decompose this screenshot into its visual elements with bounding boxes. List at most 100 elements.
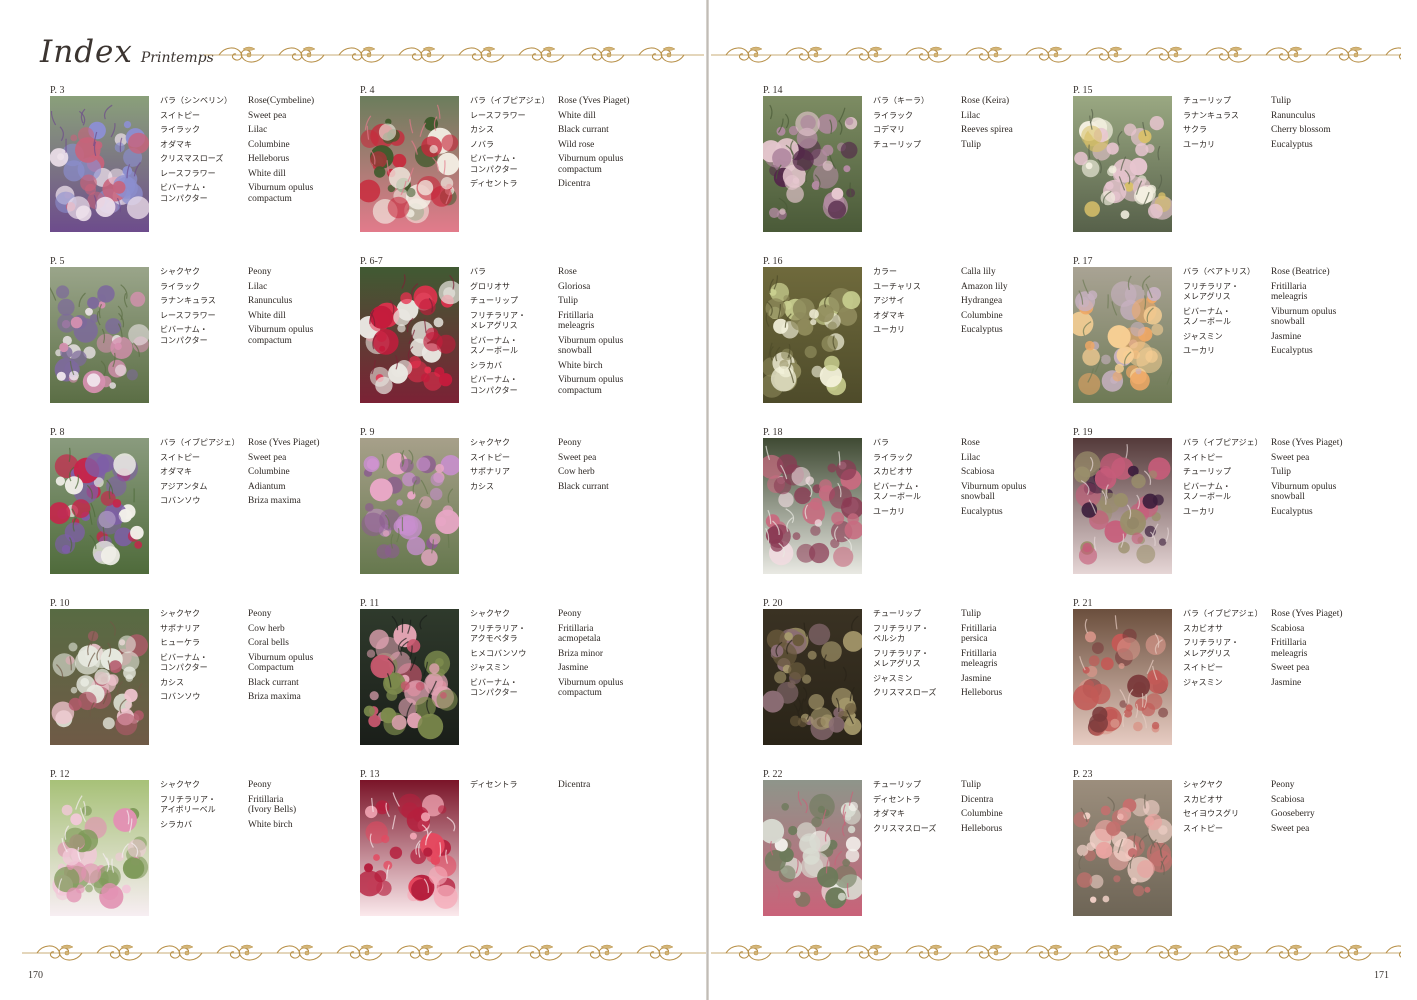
flower-row: バラ（キーラ） Rose (Keira): [873, 96, 1068, 107]
flower-row: バラ（イブピアジェ） Rose (Yves Piaget): [160, 438, 355, 449]
flower-name-english: Jasmine: [558, 663, 589, 673]
flower-row: シャクヤク Peony: [160, 780, 355, 791]
flower-list: バラ（イブピアジェ） Rose (Yves Piaget) スイトピー Sweet p…: [1183, 438, 1378, 521]
index-heading: Index Printemps: [40, 34, 214, 74]
index-entry: P. 3 バラ（シンベリン） Rose(Cymbeline) スイトピー Sweet p…: [50, 85, 350, 245]
flower-name-japanese: ユーカリ: [1183, 506, 1215, 516]
flower-name-english: Eucalyptus: [961, 325, 1003, 335]
flower-name-english: Lilac: [961, 110, 981, 121]
flower-name-japanese: ディセントラ: [873, 794, 921, 804]
bouquet-photo: [763, 609, 862, 745]
flower-row: ユーカリ Eucalyptus: [873, 325, 1068, 336]
flower-name-english: Eucalyptus: [1271, 346, 1313, 356]
flower-name-japanese: サポナリア: [160, 623, 200, 633]
bouquet-photo: [50, 96, 149, 232]
flower-name-english: Cow herb: [248, 623, 285, 634]
flower-name-english: Fritillaria meleagris: [1271, 638, 1308, 659]
flower-list: バラ Rose ライラック Lilac スカビオサ Scabiosa ビバーナム・ スノーボ…: [873, 438, 1068, 521]
flower-name-english: Peony: [248, 267, 272, 277]
entry-page-label: P. 9: [360, 427, 375, 438]
entry-page-label: P. 14: [763, 85, 783, 96]
flower-row: ユーカリ Eucalyptus: [873, 507, 1068, 518]
flower-name-english: White birch: [248, 819, 293, 830]
flower-name-japanese: シャクヤク: [470, 438, 510, 447]
flower-name-japanese: シラカバ: [160, 819, 192, 829]
flower-row: バラ（イブピアジェ） Rose (Yves Piaget): [1183, 609, 1378, 620]
flower-name-english: Viburnum opulus compactum: [558, 375, 624, 396]
flower-row: オダマキ Columbine: [160, 467, 355, 478]
flower-row: フリチラリア・ ペルシカ Fritillaria persica: [873, 624, 1068, 645]
flower-name-japanese: ノバラ: [470, 139, 494, 149]
flower-row: ビバーナム・ スノーボール Viburnum opulus snowball: [1183, 482, 1378, 503]
flower-name-english: Sweet pea: [1271, 452, 1310, 463]
flower-row: クリスマスローズ Helleborus: [873, 688, 1068, 699]
index-entry: P. 6-7 バラ Rose グロリオサ Gloriosa チューリップ Tulip フリチラ…: [360, 256, 660, 416]
flower-name-japanese: クリスマスローズ: [160, 154, 224, 163]
flower-name-english: Viburnum opulus snowball: [1271, 481, 1337, 503]
flower-row: チューリップ Tulip: [1183, 96, 1378, 107]
flower-name-japanese: ヒメコバンソウ: [470, 648, 527, 658]
flower-name-japanese: バラ（イブピアジェ）: [160, 438, 240, 447]
flower-row: ビバーナム・ スノーボール Viburnum opulus snowball: [873, 482, 1068, 503]
flower-row: ビバーナム・ コンパクター Viburnum opulus Compactum: [160, 653, 355, 674]
flower-name-english: Eucalyptus: [1271, 506, 1313, 517]
flower-row: オダマキ Columbine: [873, 311, 1068, 322]
flower-name-japanese: スイトピー: [470, 452, 510, 462]
flower-name-japanese: スイトピー: [1183, 823, 1223, 833]
flower-name-japanese: アジアンタム: [160, 481, 208, 491]
flower-name-japanese: フリチラリア・ アイボリーベル: [160, 794, 216, 815]
flower-name-japanese: コバンソウ: [160, 692, 201, 701]
flower-name-japanese: ライラック: [873, 110, 913, 120]
index-title: Index: [40, 34, 133, 70]
bouquet-photo: [1073, 609, 1172, 745]
flower-name-english: Coral bells: [248, 638, 289, 648]
flower-name-english: Viburnum opulus snowball: [1271, 306, 1337, 328]
flower-name-japanese: オダマキ: [160, 139, 192, 149]
flower-row: ビバーナム・ スノーボール Viburnum opulus snowball: [470, 336, 665, 357]
flower-name-english: Amazon lily: [961, 281, 1008, 292]
flower-row: カシス Black currant: [470, 125, 665, 136]
flower-name-english: Columbine: [961, 809, 1003, 819]
bottom-ornament-right: [711, 944, 1401, 961]
flower-row: シャクヤク Peony: [470, 609, 665, 620]
bouquet-photo: [763, 438, 862, 574]
flower-name-english: Rose(Cymbeline): [248, 96, 315, 106]
index-entry: P. 22 チューリップ Tulip ディセントラ Dicentra オダマキ Columb…: [763, 769, 1063, 929]
flower-row: ユーチャリス Amazon lily: [873, 282, 1068, 293]
flower-name-japanese: シャクヤク: [1183, 780, 1223, 789]
flower-name-english: Viburnum opulus compactum: [558, 154, 624, 175]
flower-row: コバンソウ Briza maxima: [160, 496, 355, 507]
entry-page-label: P. 6-7: [360, 256, 383, 267]
flower-name-english: Gooseberry: [1271, 809, 1315, 819]
flower-row: シャクヤク Peony: [160, 267, 355, 278]
flower-row: クリスマスローズ Helleborus: [873, 824, 1068, 835]
bouquet-photo: [360, 267, 459, 403]
flower-name-japanese: カシス: [470, 125, 494, 134]
bouquet-photo: [50, 267, 149, 403]
flower-name-english: Wild rose: [558, 139, 595, 150]
bouquet-photo: [360, 96, 459, 232]
bouquet-photo: [360, 438, 459, 574]
flower-name-japanese: ビバーナム・ コンパクター: [470, 154, 518, 174]
flower-name-japanese: フリチラリア・ ペルシカ: [873, 623, 929, 644]
index-entry: P. 9 シャクヤク Peony スイトピー Sweet pea サポナリア Cow her…: [360, 427, 660, 587]
flower-row: バラ Rose: [470, 267, 665, 278]
flower-name-english: Black currant: [248, 677, 299, 688]
flower-row: ヒメコバンソウ Briza minor: [470, 649, 665, 660]
flower-list: バラ（イブピアジェ） Rose (Yves Piaget) レースフラワー White…: [470, 96, 665, 194]
flower-name-english: Reeves spirea: [961, 125, 1013, 135]
flower-row: サクラ Cherry blossom: [1183, 125, 1378, 136]
bottom-ornament-left: [22, 944, 706, 961]
flower-name-english: Rose (Yves Piaget): [248, 438, 320, 448]
flower-name-english: Ranunculus: [1271, 110, 1316, 121]
flower-name-english: Columbine: [248, 139, 290, 150]
flower-row: フリチラリア・ メレアグリス Fritillaria meleagris: [1183, 638, 1378, 659]
flower-row: ディセントラ Dicentra: [470, 179, 665, 190]
entry-page-label: P. 17: [1073, 256, 1093, 267]
flower-row: ビバーナム・ コンパクター Viburnum opulus compactum: [470, 678, 665, 699]
flower-list: シャクヤク Peony ライラック Lilac ラナンキュラス Ranunculus レース…: [160, 267, 355, 350]
flower-name-japanese: スカビオサ: [1183, 623, 1223, 633]
flower-name-english: Rose (Keira): [961, 96, 1010, 106]
entry-page-label: P. 22: [763, 769, 783, 780]
flower-row: セイヨウスグリ Gooseberry: [1183, 809, 1378, 820]
